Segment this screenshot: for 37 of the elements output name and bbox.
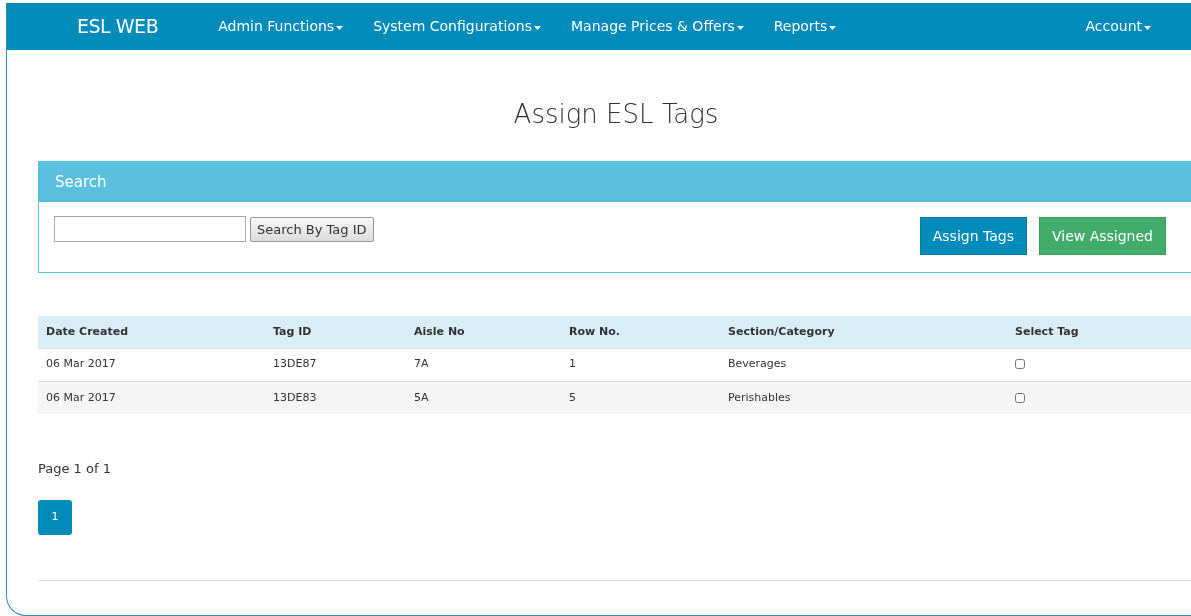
search-button[interactable]: Search By Tag ID (250, 217, 374, 242)
page-button[interactable]: 1 (38, 499, 72, 535)
column-header: Select Tag (1007, 316, 1191, 348)
column-header: Tag ID (265, 316, 406, 348)
view-button[interactable]: View Assigned (1039, 217, 1166, 255)
caret-icon (336, 25, 344, 30)
nav-menu[interactable]: Reports (773, 16, 837, 37)
page-title: Assign ESL Tags (512, 98, 720, 131)
table-cell: 5 (561, 381, 720, 414)
table-cell: Beverages (720, 348, 1007, 381)
assign-button[interactable]: Assign Tags (919, 217, 1027, 255)
column-header: Date Created (38, 316, 265, 348)
tag-checkbox[interactable] (1015, 359, 1025, 370)
tag-checkbox[interactable] (1015, 392, 1025, 403)
column-header: Aisle No (406, 316, 561, 348)
brand-logo[interactable]: ESL WEB (77, 12, 159, 41)
caret-icon (534, 25, 542, 30)
table-cell: 5A (406, 381, 561, 414)
table-cell: Perishables (720, 381, 1007, 414)
table-cell: 1 (561, 348, 720, 381)
table-cell: 13DE87 (265, 348, 406, 381)
table-cell: 7A (406, 348, 561, 381)
caret-icon (1144, 25, 1151, 30)
nav-menu[interactable]: Manage Prices & Offers (571, 16, 744, 37)
column-header: Row No. (561, 316, 720, 348)
caret-icon (829, 25, 837, 30)
table-cell: 13DE83 (265, 381, 406, 414)
caret-icon (736, 25, 744, 30)
column-header: Section/Category (720, 316, 1007, 348)
nav-menu[interactable]: Admin Functions (218, 16, 344, 37)
table-cell: 06 Mar 2017 (38, 348, 265, 381)
nav-menu[interactable]: Account (1085, 16, 1151, 37)
table-cell: 06 Mar 2017 (38, 381, 265, 414)
panel-heading: Search (39, 162, 1191, 202)
nav-menu[interactable]: System Configurations (373, 16, 542, 37)
page-summary: Page 1 of 1 (38, 460, 111, 478)
search-field[interactable] (54, 216, 246, 242)
